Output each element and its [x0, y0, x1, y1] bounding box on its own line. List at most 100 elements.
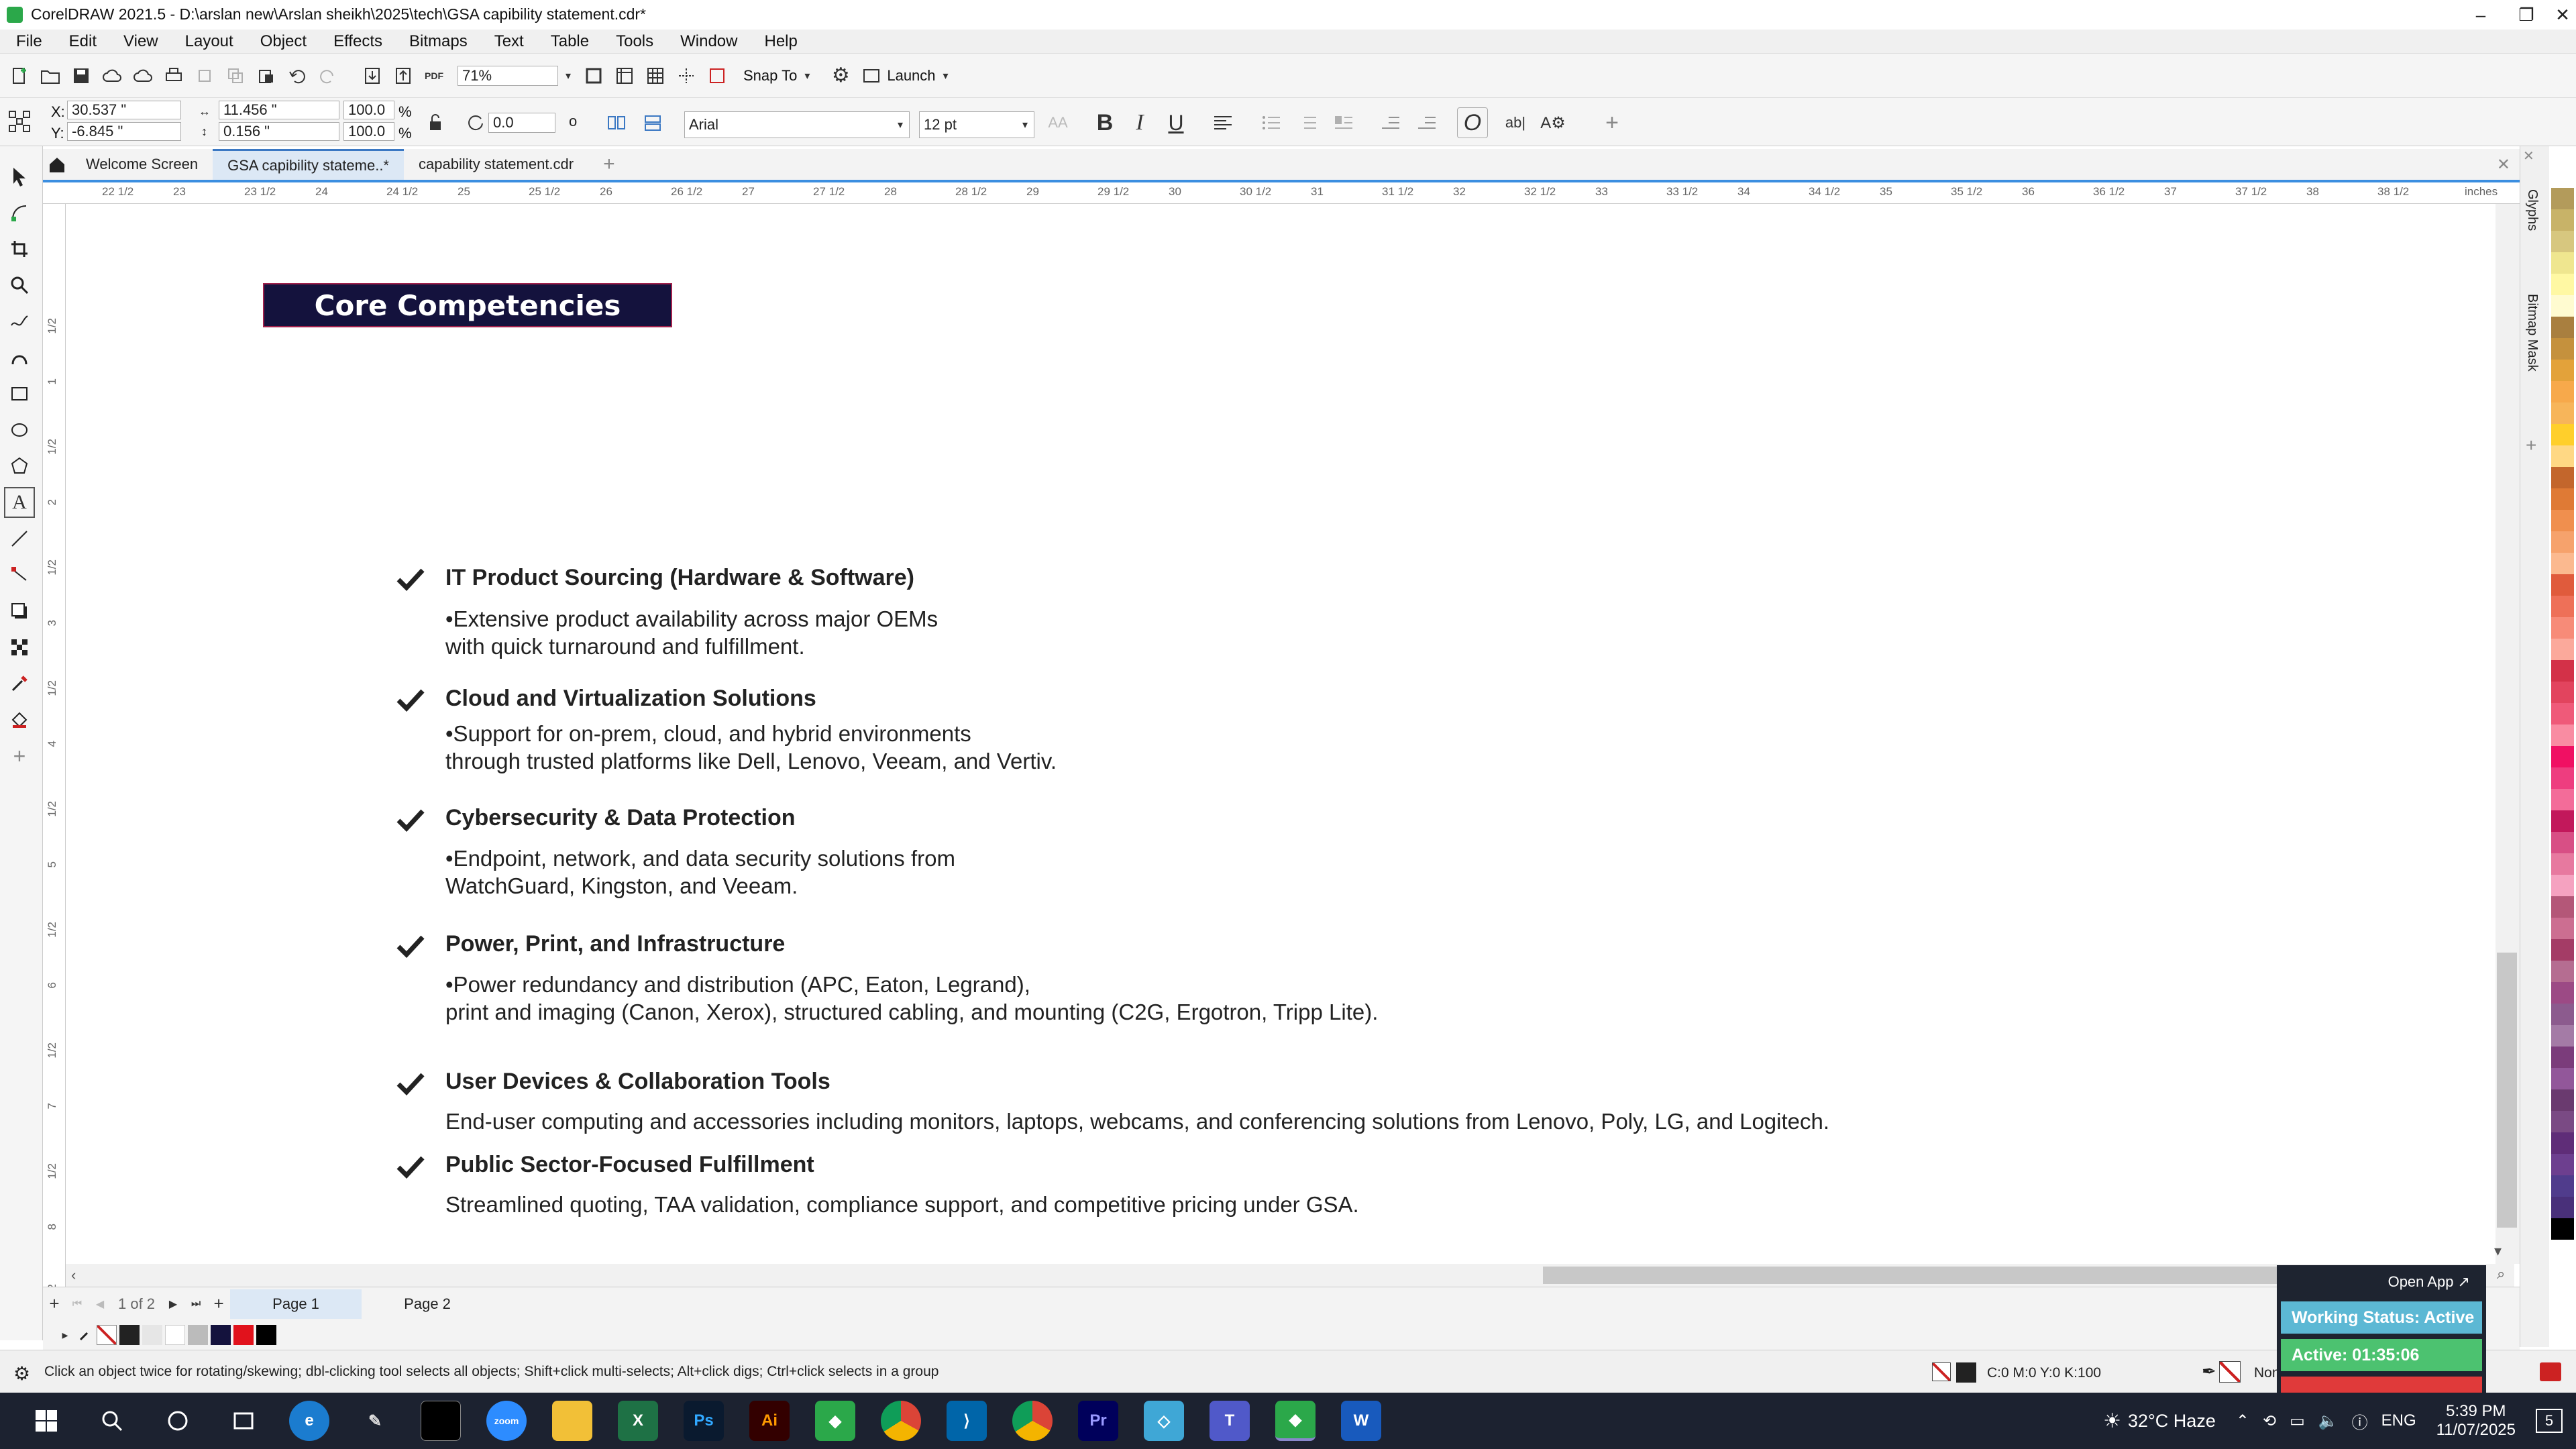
- freehand-tool-icon[interactable]: [4, 306, 35, 337]
- palette-swatch[interactable]: [2551, 1218, 2574, 1240]
- shape-tool-icon[interactable]: [4, 197, 35, 228]
- add-tool-icon[interactable]: +: [4, 741, 35, 771]
- edge-icon[interactable]: e: [289, 1401, 329, 1441]
- stop-button[interactable]: [2281, 1377, 2482, 1393]
- menu-view[interactable]: View: [123, 32, 158, 51]
- font-family-chevron-icon[interactable]: ▾: [891, 109, 910, 140]
- text-tool-icon[interactable]: A: [4, 487, 35, 518]
- horizontal-scroll-thumb[interactable]: [1543, 1267, 2281, 1284]
- italic-icon[interactable]: I: [1124, 107, 1155, 138]
- add-page-after-icon[interactable]: +: [207, 1289, 230, 1320]
- underline-icon[interactable]: U: [1161, 107, 1191, 138]
- palette-swatch[interactable]: [2551, 1197, 2574, 1218]
- coreldraw-taskbar-icon[interactable]: ◆: [815, 1401, 855, 1441]
- competency-line[interactable]: WatchGuard, Kingston, and Veeam.: [445, 872, 798, 900]
- text-properties-icon[interactable]: A⚙: [1538, 107, 1568, 138]
- scroll-down-arrow-icon[interactable]: ▾: [2494, 1242, 2502, 1260]
- palette-swatch[interactable]: [2551, 467, 2574, 488]
- lock-ratio-icon[interactable]: [420, 107, 451, 138]
- palette-swatch[interactable]: [2551, 188, 2574, 209]
- palette-swatch[interactable]: [2551, 1025, 2574, 1046]
- palette-swatch[interactable]: [2551, 295, 2574, 317]
- launch-chevron-icon[interactable]: ▾: [936, 60, 956, 91]
- tray-app-icon[interactable]: [2540, 1362, 2561, 1381]
- competency-line[interactable]: •Support for on-prem, cloud, and hybrid …: [445, 720, 971, 747]
- terminal-icon[interactable]: [421, 1401, 461, 1441]
- outline-pen-icon[interactable]: ✒: [2202, 1361, 2216, 1382]
- docker-close-icon[interactable]: ✕: [2523, 148, 2534, 164]
- status-settings-gear-icon[interactable]: ⚙: [13, 1362, 30, 1385]
- competency-line[interactable]: •Power redundancy and distribution (APC,…: [445, 971, 1030, 998]
- vertical-scroll-thumb[interactable]: [2497, 953, 2517, 1228]
- palette-swatch[interactable]: [2551, 810, 2574, 832]
- opentype-icon[interactable]: O: [1457, 107, 1488, 138]
- swatch-light-gray[interactable]: [142, 1325, 162, 1345]
- menu-help[interactable]: Help: [764, 32, 797, 51]
- horizontal-ruler[interactable]: 22 1/2 23 23 1/2 24 24 1/2 25 25 1/2 26 26 1/2 27…: [43, 180, 2520, 204]
- competency-line[interactable]: •Endpoint, network, and data security so…: [445, 845, 955, 872]
- menu-text[interactable]: Text: [494, 32, 524, 51]
- palette-swatch[interactable]: [2551, 1046, 2574, 1068]
- docker-tab-glyphs[interactable]: Glyphs: [2524, 189, 2540, 231]
- scroll-left-arrow-icon[interactable]: ‹: [71, 1267, 76, 1284]
- add-icon[interactable]: +: [1597, 107, 1627, 138]
- zoom-level-field[interactable]: 71%: [458, 65, 558, 86]
- language-indicator[interactable]: ENG: [2381, 1411, 2416, 1430]
- fill-color-swatch[interactable]: [1956, 1362, 1976, 1383]
- cut-icon[interactable]: [189, 60, 220, 91]
- decrease-indent-icon[interactable]: [1411, 107, 1442, 138]
- height-field[interactable]: 0.156 ": [219, 122, 339, 141]
- palette-swatch[interactable]: [2551, 252, 2574, 274]
- drop-shadow-tool-icon[interactable]: [4, 596, 35, 627]
- swatch-black-2[interactable]: [256, 1325, 276, 1345]
- snap-to-chevron-icon[interactable]: ▾: [797, 60, 817, 91]
- show-rulers-icon[interactable]: [609, 60, 640, 91]
- palette-swatch[interactable]: [2551, 338, 2574, 360]
- palette-swatch[interactable]: [2551, 574, 2574, 596]
- outline-color-swatch[interactable]: [2219, 1361, 2241, 1383]
- menu-tools[interactable]: Tools: [616, 32, 653, 51]
- word-icon[interactable]: W: [1341, 1401, 1381, 1441]
- mirror-vertical-icon[interactable]: [637, 107, 668, 138]
- palette-swatch[interactable]: [2551, 1154, 2574, 1175]
- cloud-upload-icon[interactable]: [127, 60, 158, 91]
- tray-sync-icon[interactable]: ⟲: [2263, 1411, 2276, 1431]
- previous-page-icon[interactable]: ◀: [89, 1289, 111, 1320]
- palette-swatch[interactable]: [2551, 596, 2574, 617]
- tab-capability-statement[interactable]: capability statement.cdr: [404, 149, 588, 180]
- new-document-icon[interactable]: [4, 60, 35, 91]
- print-icon[interactable]: [158, 60, 189, 91]
- page-tab-2[interactable]: Page 2: [362, 1289, 493, 1319]
- pick-tool-icon[interactable]: [4, 161, 35, 192]
- cloud-icon[interactable]: [97, 60, 127, 91]
- palette-swatch[interactable]: [2551, 939, 2574, 961]
- snap-to-dropdown[interactable]: Snap To: [743, 67, 797, 85]
- zoom-tool-icon[interactable]: [4, 270, 35, 301]
- chrome-profile-icon[interactable]: [1012, 1401, 1053, 1441]
- competency-line[interactable]: through trusted platforms like Dell, Len…: [445, 747, 1057, 775]
- eyedropper-icon[interactable]: [74, 1320, 97, 1350]
- palette-swatch[interactable]: [2551, 617, 2574, 639]
- swatch-gray[interactable]: [188, 1325, 208, 1345]
- premiere-icon[interactable]: Pr: [1078, 1401, 1118, 1441]
- file-explorer-icon[interactable]: [552, 1401, 592, 1441]
- palette-swatch[interactable]: [2551, 1089, 2574, 1111]
- show-guidelines-icon[interactable]: [671, 60, 702, 91]
- new-tab-icon[interactable]: +: [588, 149, 630, 180]
- palette-swatch[interactable]: [2551, 896, 2574, 918]
- competency-line[interactable]: with quick turnaround and fulfillment.: [445, 633, 805, 660]
- palette-swatch[interactable]: [2551, 209, 2574, 231]
- bold-icon[interactable]: B: [1089, 107, 1120, 138]
- palette-swatch[interactable]: [2551, 317, 2574, 338]
- competency-line[interactable]: Streamlined quoting, TAA validation, com…: [445, 1191, 1359, 1218]
- palette-swatch[interactable]: [2551, 424, 2574, 445]
- search-icon[interactable]: [92, 1401, 132, 1441]
- menu-layout[interactable]: Layout: [185, 32, 233, 51]
- width-field[interactable]: 11.456 ": [219, 101, 339, 119]
- vscode-icon[interactable]: ⟩: [947, 1401, 987, 1441]
- competency-title[interactable]: User Devices & Collaboration Tools: [445, 1069, 830, 1095]
- font-size-step-icon[interactable]: AA: [1042, 107, 1073, 138]
- palette-swatch[interactable]: [2551, 961, 2574, 982]
- copy-icon[interactable]: [220, 60, 251, 91]
- menu-window[interactable]: Window: [680, 32, 737, 51]
